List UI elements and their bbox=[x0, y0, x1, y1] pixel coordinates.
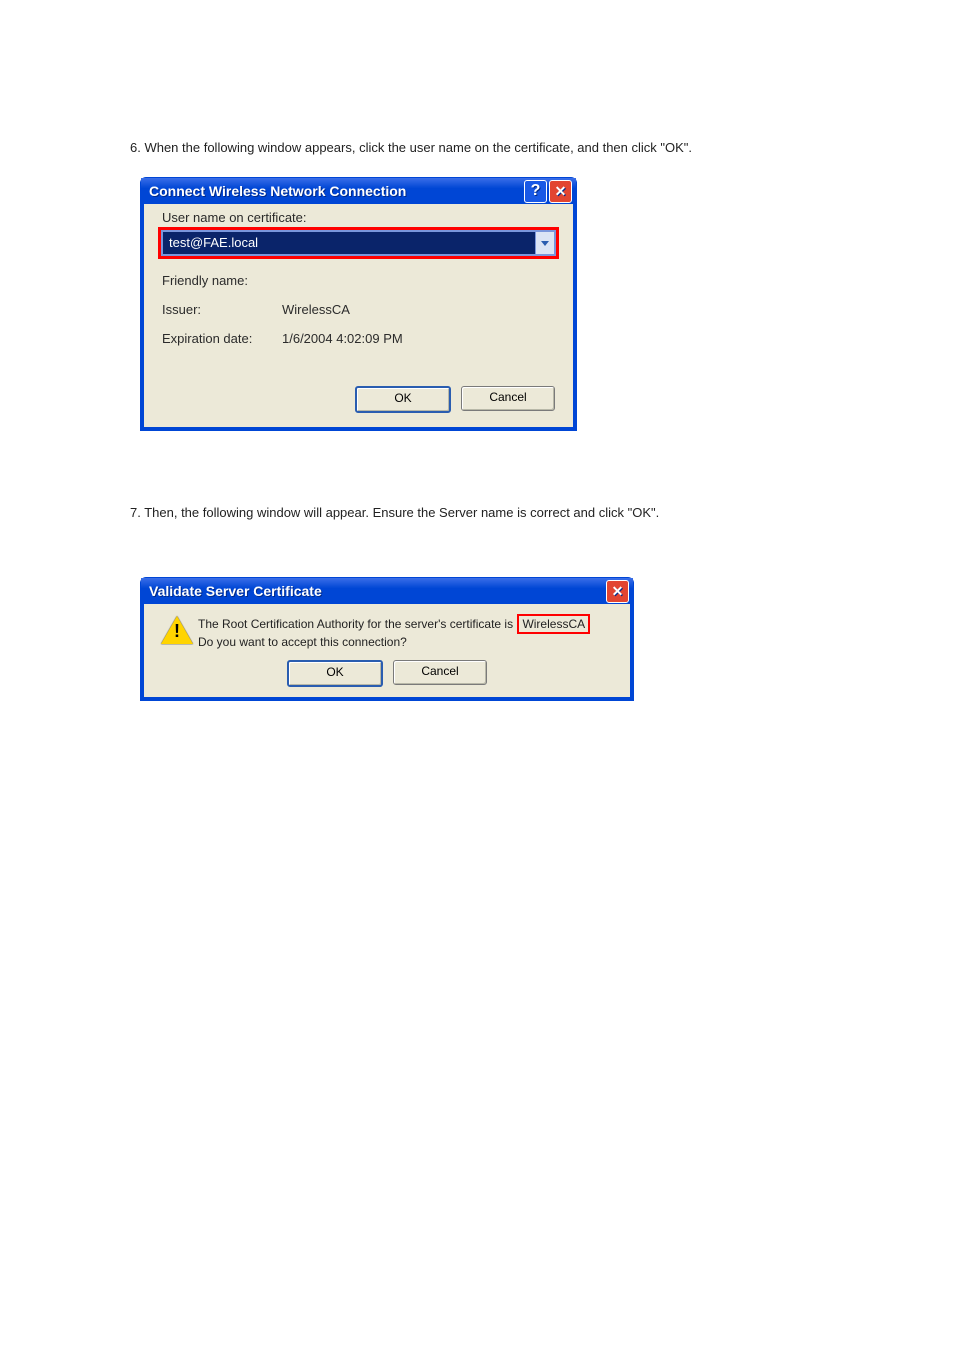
cancel-button[interactable]: Cancel bbox=[461, 386, 555, 411]
ok-button[interactable]: OK bbox=[287, 660, 383, 687]
friendly-name-label: Friendly name: bbox=[162, 273, 282, 288]
validate-server-cert-dialog: Validate Server Certificate ✕ ! The Root… bbox=[140, 577, 634, 701]
dialog-title: Connect Wireless Network Connection bbox=[149, 183, 522, 199]
dialog-titlebar: Connect Wireless Network Connection ? ✕ bbox=[141, 178, 576, 204]
user-cert-label: User name on certificate: bbox=[162, 210, 559, 225]
ca-name-highlight: WirelessCA bbox=[517, 614, 590, 634]
validate-message-line1: The Root Certification Authority for the… bbox=[198, 617, 513, 631]
validate-message: The Root Certification Authority for the… bbox=[198, 614, 618, 650]
issuer-label: Issuer: bbox=[162, 302, 282, 317]
instruction-step-7: 7. Then, the following window will appea… bbox=[130, 505, 780, 520]
ok-button[interactable]: OK bbox=[355, 386, 451, 413]
close-icon[interactable]: ✕ bbox=[606, 580, 629, 603]
issuer-value: WirelessCA bbox=[282, 302, 350, 317]
instruction-step-6: 6. When the following window appears, cl… bbox=[130, 140, 780, 155]
cancel-button[interactable]: Cancel bbox=[393, 660, 487, 685]
user-cert-dropdown[interactable]: test@FAE.local bbox=[161, 230, 556, 256]
user-cert-highlight: test@FAE.local bbox=[158, 227, 559, 259]
expiration-label: Expiration date: bbox=[162, 331, 282, 346]
close-icon[interactable]: ✕ bbox=[549, 180, 572, 203]
dialog-titlebar: Validate Server Certificate ✕ bbox=[141, 578, 633, 604]
dialog-title: Validate Server Certificate bbox=[149, 583, 604, 599]
user-cert-value: test@FAE.local bbox=[163, 232, 535, 254]
validate-message-line2: Do you want to accept this connection? bbox=[198, 635, 407, 649]
expiration-value: 1/6/2004 4:02:09 PM bbox=[282, 331, 403, 346]
chevron-down-icon[interactable] bbox=[535, 232, 554, 254]
connect-wireless-dialog: Connect Wireless Network Connection ? ✕ … bbox=[140, 177, 577, 431]
warning-icon: ! bbox=[156, 614, 198, 644]
help-icon[interactable]: ? bbox=[524, 180, 547, 203]
